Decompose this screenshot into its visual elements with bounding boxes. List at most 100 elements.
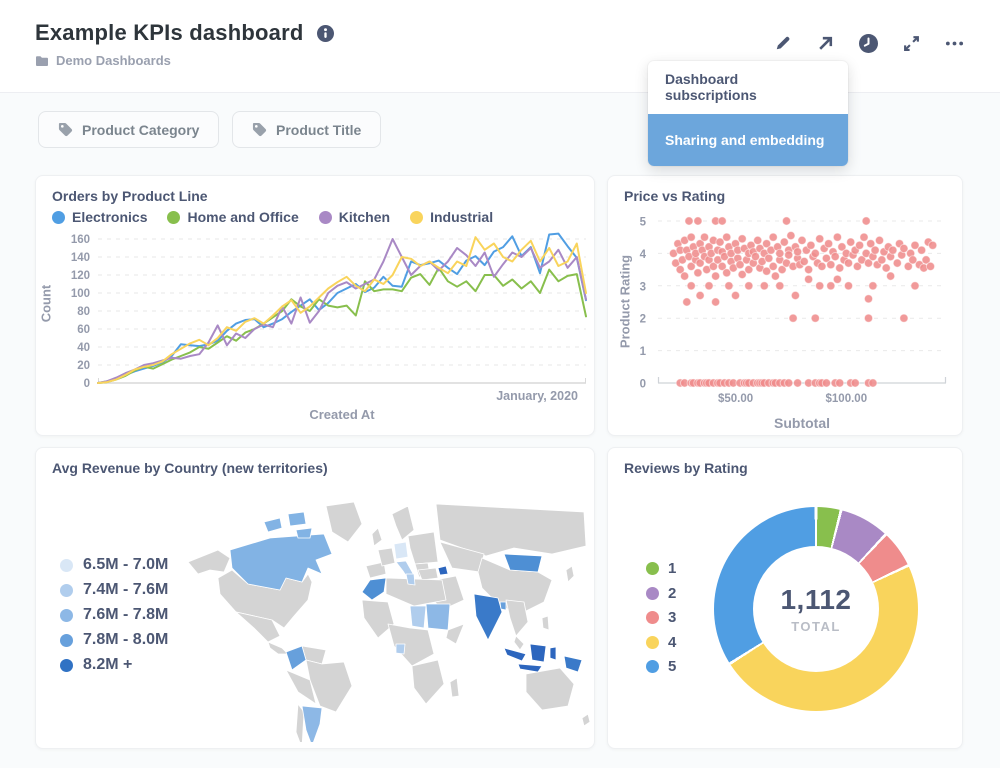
legend-label: Kitchen	[338, 209, 391, 225]
breadcrumb[interactable]: Demo Dashboards	[35, 53, 171, 68]
auto-refresh-clock-button[interactable]	[858, 33, 878, 53]
map-country-brazil[interactable]	[305, 659, 353, 713]
svg-text:160: 160	[71, 234, 90, 246]
map-country-australia[interactable]	[525, 667, 575, 711]
legend-dot	[646, 660, 659, 673]
svg-text:$100.00: $100.00	[826, 393, 868, 405]
map-country-canada-islands[interactable]	[295, 527, 313, 539]
svg-text:0: 0	[84, 378, 90, 390]
map-country-colombia[interactable]	[285, 645, 307, 671]
line-chart-svg[interactable]: 0 20 40 60 80 100 120 140 160	[71, 230, 587, 390]
world-map[interactable]	[174, 478, 590, 742]
legend-item[interactable]: Electronics	[52, 209, 147, 225]
legend-item[interactable]: Home and Office	[167, 209, 299, 225]
info-icon[interactable]	[316, 24, 334, 42]
card-title: Price vs Rating	[624, 188, 726, 204]
map-country-argentina[interactable]	[301, 705, 323, 742]
fullscreen-button[interactable]	[901, 33, 921, 53]
x-axis-end-tick-label: January, 2020	[496, 389, 578, 403]
legend-label: 3	[668, 609, 677, 626]
legend-dot	[60, 558, 73, 572]
legend-dot	[60, 633, 73, 647]
more-options-button[interactable]	[944, 33, 964, 53]
dashboard-options-popover: Dashboard subscriptions Sharing and embe…	[648, 61, 848, 166]
legend-label: 7.4M - 7.6M	[83, 581, 169, 598]
donut-total-label: TOTAL	[791, 619, 841, 634]
sharing-button[interactable]	[815, 33, 835, 53]
map-country-azerbaijan[interactable]	[437, 565, 449, 576]
svg-text:40: 40	[77, 342, 90, 354]
svg-text:80: 80	[77, 306, 90, 318]
legend-item[interactable]: 3	[646, 609, 676, 626]
legend-item[interactable]: 7.8M - 8.0M	[60, 631, 168, 649]
map-country-canada-islands[interactable]	[263, 517, 283, 533]
collection-folder-icon	[36, 55, 48, 66]
filter-label: Product Category	[82, 121, 200, 138]
svg-text:140: 140	[71, 252, 90, 264]
legend-label: 4	[668, 633, 677, 651]
map-country-japan[interactable]	[565, 565, 575, 583]
legend-label: Home and Office	[187, 209, 299, 225]
map-country-uk[interactable]	[371, 527, 383, 547]
legend-item[interactable]: 8.2M +	[60, 656, 168, 674]
legend-dot	[646, 611, 659, 624]
svg-text:$50.00: $50.00	[718, 393, 753, 405]
card-reviews-by-rating: Reviews by Rating 1 2 3 4 5 1,112 TOTAL	[607, 447, 963, 749]
edit-dashboard-button[interactable]	[772, 33, 792, 53]
legend-dot	[52, 210, 65, 224]
map-country-papua-new-guinea[interactable]	[563, 655, 583, 673]
card-title: Orders by Product Line	[52, 188, 208, 204]
menu-item-sharing-and-embedding[interactable]: Sharing and embedding	[648, 113, 848, 166]
card-title: Avg Revenue by Country (new territories)	[52, 460, 328, 476]
map-country-indonesia[interactable]	[503, 647, 527, 662]
legend-dot	[410, 210, 424, 224]
legend-item[interactable]: 2	[646, 585, 676, 602]
map-country-madagascar[interactable]	[449, 677, 460, 698]
map-country-morocco[interactable]	[361, 577, 387, 601]
legend-dot	[646, 562, 659, 575]
legend-dot	[646, 635, 659, 649]
filter-product-title[interactable]: Product Title	[232, 111, 382, 148]
map-country-new-zealand[interactable]	[581, 713, 590, 727]
legend-dot	[60, 658, 73, 672]
map-country-canada[interactable]	[229, 533, 333, 591]
map-country-indonesia[interactable]	[549, 646, 557, 661]
map-country-germany[interactable]	[393, 541, 409, 560]
menu-item-dashboard-subscriptions[interactable]: Dashboard subscriptions	[648, 61, 848, 114]
legend-item[interactable]: 5	[646, 658, 676, 675]
svg-text:1: 1	[640, 346, 647, 358]
map-country-greenland[interactable]	[325, 501, 363, 543]
dashboard-header: Example KPIs dashboard Demo Dashboards	[0, 0, 1000, 93]
header-actions	[772, 33, 964, 53]
legend-item[interactable]: Industrial	[410, 209, 493, 225]
scatter-chart-svg[interactable]: 0 1 2 3 4 5 $50.00 $100.00	[640, 216, 948, 405]
map-country-canada-islands[interactable]	[287, 511, 307, 527]
legend-dot	[60, 608, 73, 622]
x-axis-label: Created At	[309, 407, 375, 422]
legend-item[interactable]: 4	[646, 634, 676, 651]
map-country-chad[interactable]	[409, 605, 427, 629]
map-country-sudan[interactable]	[425, 603, 451, 631]
map-country-mongolia[interactable]	[503, 553, 543, 573]
map-country-indonesia[interactable]	[529, 643, 547, 663]
card-title: Reviews by Rating	[624, 460, 748, 476]
tag-icon	[58, 122, 73, 137]
donut-chart[interactable]: 1,112 TOTAL	[714, 507, 918, 711]
legend-item[interactable]: 1	[646, 560, 676, 577]
map-country-india[interactable]	[473, 593, 503, 641]
legend-item[interactable]: Kitchen	[318, 209, 391, 225]
map-country-alaska[interactable]	[187, 549, 231, 575]
legend-label: 1	[668, 560, 677, 577]
map-country-indonesia[interactable]	[517, 663, 543, 673]
x-axis-label: Subtotal	[774, 415, 830, 431]
map-country-bangladesh[interactable]	[499, 601, 507, 611]
legend-item[interactable]: 6.5M - 7.0M	[60, 556, 168, 574]
svg-text:4: 4	[640, 249, 647, 261]
legend-dot	[646, 586, 659, 600]
filter-product-category[interactable]: Product Category	[38, 111, 220, 148]
legend-item[interactable]: 7.6M - 7.8M	[60, 606, 168, 624]
legend-label: 7.6M - 7.8M	[83, 606, 169, 623]
svg-text:120: 120	[71, 270, 90, 282]
legend-item[interactable]: 7.4M - 7.6M	[60, 581, 168, 599]
map-country-gabon[interactable]	[395, 643, 406, 655]
